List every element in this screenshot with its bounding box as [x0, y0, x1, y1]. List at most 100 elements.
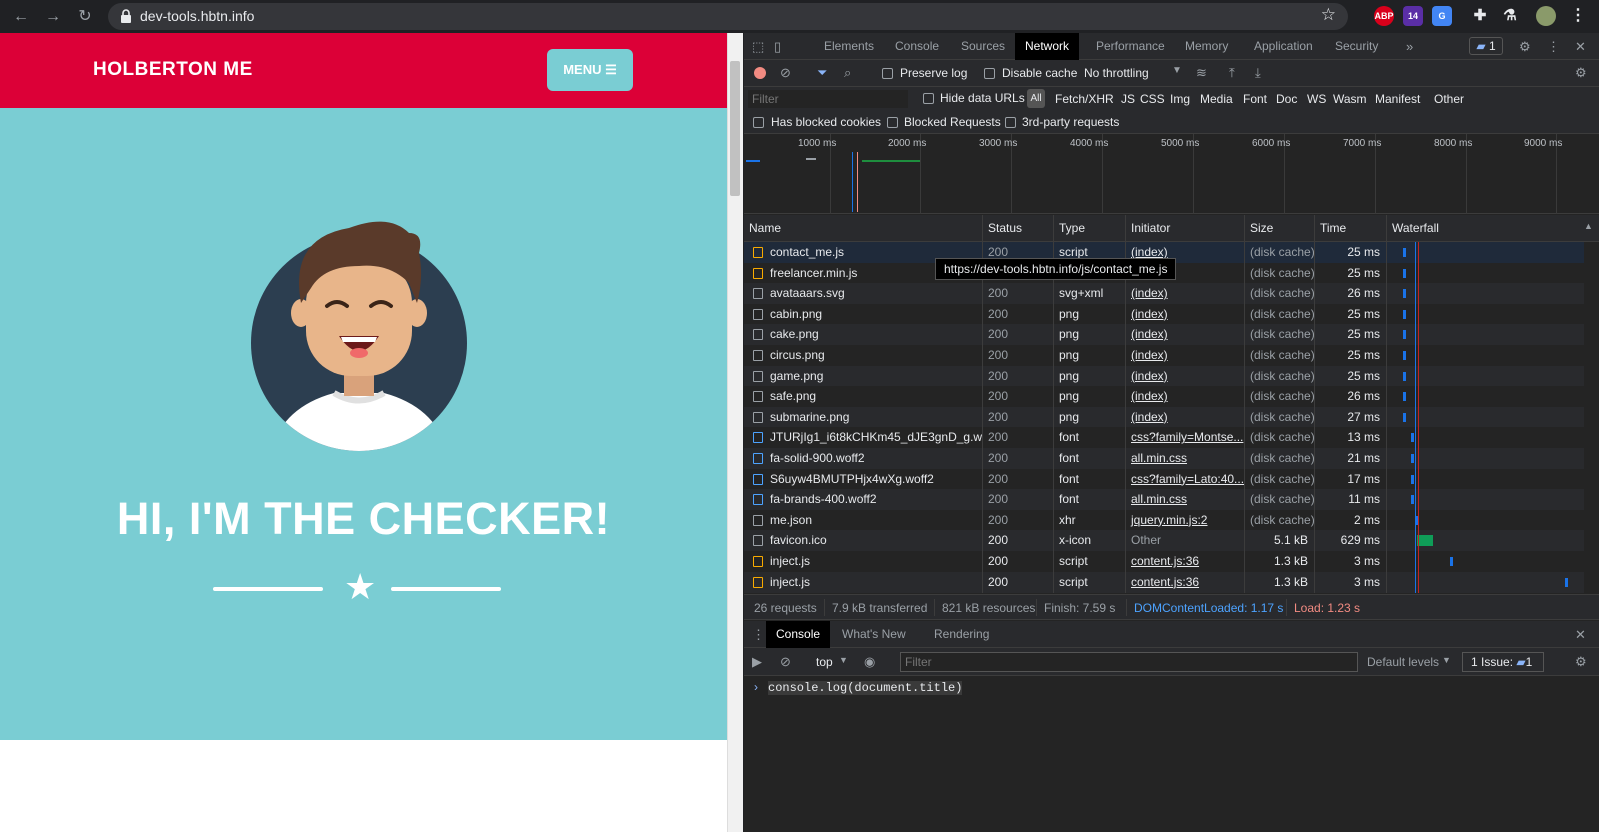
- filter-media[interactable]: Media: [1200, 92, 1233, 106]
- cell-initiator[interactable]: (index): [1125, 406, 1244, 428]
- filter-ws[interactable]: WS: [1307, 92, 1326, 106]
- chevron-down-icon[interactable]: ▼: [1442, 655, 1451, 665]
- tab-console[interactable]: Console: [895, 33, 939, 60]
- clear-console-icon[interactable]: ⊘: [780, 654, 791, 670]
- blocked-requests-checkbox[interactable]: [887, 117, 898, 128]
- table-row[interactable]: me.json 200 xhr jquery.min.js:2 (disk cache)…: [744, 509, 1584, 531]
- forward-icon[interactable]: →: [42, 6, 64, 28]
- col-initiator[interactable]: Initiator: [1125, 215, 1244, 242]
- col-type[interactable]: Type: [1053, 215, 1125, 242]
- table-row[interactable]: JTURjIg1_i6t8kCHKm45_dJE3gnD_g.wo... 200 f…: [744, 427, 1584, 449]
- table-row[interactable]: safe.png 200 png (index) (disk cache) 26 ms: [744, 386, 1584, 408]
- import-har-icon[interactable]: ⤒: [1229, 65, 1235, 81]
- drawer-tab-rendering[interactable]: Rendering: [934, 621, 989, 648]
- page-scroll-thumb[interactable]: [730, 61, 740, 196]
- console-settings-gear-icon[interactable]: ⚙: [1575, 654, 1587, 670]
- has-blocked-cookies-checkbox[interactable]: [753, 117, 764, 128]
- cell-initiator[interactable]: jquery.min.js:2: [1125, 509, 1244, 531]
- extensions-puzzle-icon[interactable]: ✚: [1470, 6, 1490, 26]
- table-row[interactable]: cabin.png 200 png (index) (disk cache) 25 ms: [744, 303, 1584, 325]
- site-brand[interactable]: HOLBERTON ME: [93, 59, 253, 81]
- translate-extension-icon[interactable]: G: [1432, 6, 1452, 26]
- preserve-log-checkbox[interactable]: [882, 68, 893, 79]
- chevron-down-icon[interactable]: ▼: [839, 655, 848, 665]
- filter-css[interactable]: CSS: [1140, 92, 1165, 106]
- table-row[interactable]: avataaars.svg 200 svg+xml (index) (disk cach…: [744, 283, 1584, 305]
- table-row[interactable]: inject.js 200 script content.js:36 1.3 kB 3 m…: [744, 571, 1584, 593]
- filter-font[interactable]: Font: [1243, 92, 1267, 106]
- sort-up-icon[interactable]: ▲: [1584, 221, 1593, 231]
- menu-kebab-icon[interactable]: ⋮: [1568, 6, 1588, 26]
- back-icon[interactable]: ←: [10, 6, 32, 28]
- more-tabs-chevron-icon[interactable]: »: [1406, 39, 1413, 54]
- hide-data-urls-checkbox[interactable]: [923, 93, 934, 104]
- tab-sources[interactable]: Sources: [961, 33, 1005, 60]
- network-filter-input[interactable]: [748, 90, 908, 108]
- table-row[interactable]: circus.png 200 png (index) (disk cache) 25 ms: [744, 345, 1584, 366]
- throttling-select[interactable]: No throttling: [1084, 66, 1149, 80]
- close-drawer-icon[interactable]: ✕: [1575, 627, 1586, 643]
- table-row[interactable]: S6uyw4BMUTPHjx4wXg.woff2 200 font css?famil…: [744, 468, 1584, 490]
- console-command[interactable]: console.log(document.title): [768, 681, 963, 695]
- filter-wasm[interactable]: Wasm: [1333, 92, 1367, 106]
- lab-flask-icon[interactable]: ⚗: [1500, 6, 1520, 26]
- cell-initiator[interactable]: (index): [1125, 283, 1244, 305]
- devtools-menu-icon[interactable]: ⋮: [1547, 39, 1560, 55]
- filter-img[interactable]: Img: [1170, 92, 1190, 106]
- address-bar[interactable]: dev-tools.hbtn.info ☆: [108, 3, 1348, 30]
- third-party-checkbox[interactable]: [1005, 117, 1016, 128]
- log-levels-select[interactable]: Default levels: [1367, 655, 1439, 669]
- disable-cache-checkbox[interactable]: [984, 68, 995, 79]
- table-row[interactable]: cake.png 200 png (index) (disk cache) 25 ms: [744, 324, 1584, 346]
- filter-other[interactable]: Other: [1434, 92, 1464, 106]
- issues-badge[interactable]: ▰ 1: [1469, 37, 1503, 55]
- bookmark-star-icon[interactable]: ☆: [1321, 5, 1336, 25]
- table-row[interactable]: submarine.png 200 png (index) (disk cache) 27…: [744, 406, 1584, 428]
- cell-initiator[interactable]: css?family=Lato:40...: [1125, 468, 1244, 490]
- cell-initiator[interactable]: css?family=Montse...: [1125, 427, 1244, 449]
- table-row[interactable]: fa-solid-900.woff2 200 font all.min.css (dis…: [744, 448, 1584, 469]
- network-settings-gear-icon[interactable]: ⚙: [1575, 65, 1587, 81]
- table-row[interactable]: game.png 200 png (index) (disk cache) 25 ms: [744, 365, 1584, 387]
- col-status[interactable]: Status: [982, 215, 1053, 242]
- network-conditions-icon[interactable]: ≋: [1196, 65, 1207, 81]
- cell-initiator[interactable]: all.min.css: [1125, 448, 1244, 469]
- inspect-element-icon[interactable]: ⬚: [752, 39, 764, 55]
- cell-initiator[interactable]: all.min.css: [1125, 489, 1244, 511]
- live-expression-eye-icon[interactable]: ◉: [864, 654, 875, 670]
- filter-all-button[interactable]: All: [1027, 89, 1045, 108]
- device-toolbar-icon[interactable]: ▯: [774, 39, 781, 55]
- export-har-icon[interactable]: ⤓: [1255, 65, 1261, 81]
- clear-icon[interactable]: ⊘: [780, 65, 791, 81]
- filter-fetch-xhr[interactable]: Fetch/XHR: [1055, 92, 1114, 106]
- cell-initiator[interactable]: (index): [1125, 365, 1244, 387]
- drawer-menu-icon[interactable]: ⋮: [752, 627, 765, 643]
- network-overview[interactable]: 1000 ms 2000 ms 3000 ms 4000 ms 5000 ms …: [744, 134, 1599, 214]
- tab-memory[interactable]: Memory: [1185, 33, 1228, 60]
- sidebar-toggle-icon[interactable]: ▶: [752, 654, 762, 670]
- filter-js[interactable]: JS: [1121, 92, 1135, 106]
- cell-initiator[interactable]: (index): [1125, 386, 1244, 408]
- filter-manifest[interactable]: Manifest: [1375, 92, 1420, 106]
- console-issues-button[interactable]: 1 Issue: ▰1: [1462, 652, 1544, 672]
- table-row[interactable]: fa-brands-400.woff2 200 font all.min.css (di…: [744, 489, 1584, 511]
- col-size[interactable]: Size: [1244, 215, 1314, 242]
- reload-icon[interactable]: ↻: [74, 6, 96, 28]
- tab-elements[interactable]: Elements: [824, 33, 874, 60]
- cell-initiator[interactable]: (index): [1125, 345, 1244, 366]
- filter-doc[interactable]: Doc: [1276, 92, 1297, 106]
- page-scrollbar[interactable]: [727, 33, 743, 832]
- record-icon[interactable]: [754, 67, 766, 79]
- col-time[interactable]: Time: [1314, 215, 1386, 242]
- cell-initiator[interactable]: Other: [1125, 530, 1244, 552]
- filter-funnel-icon[interactable]: ⏷: [817, 65, 827, 81]
- profile-avatar[interactable]: [1536, 6, 1556, 26]
- tab-performance[interactable]: Performance: [1096, 33, 1165, 60]
- adblock-extension-icon[interactable]: ABP: [1374, 6, 1394, 26]
- drawer-tab-whats-new[interactable]: What's New: [842, 621, 906, 648]
- context-select[interactable]: top: [816, 655, 833, 669]
- tab-security[interactable]: Security: [1335, 33, 1378, 60]
- cell-initiator[interactable]: (index): [1125, 324, 1244, 346]
- col-name[interactable]: Name: [744, 215, 982, 242]
- drawer-tab-console[interactable]: Console: [766, 621, 831, 648]
